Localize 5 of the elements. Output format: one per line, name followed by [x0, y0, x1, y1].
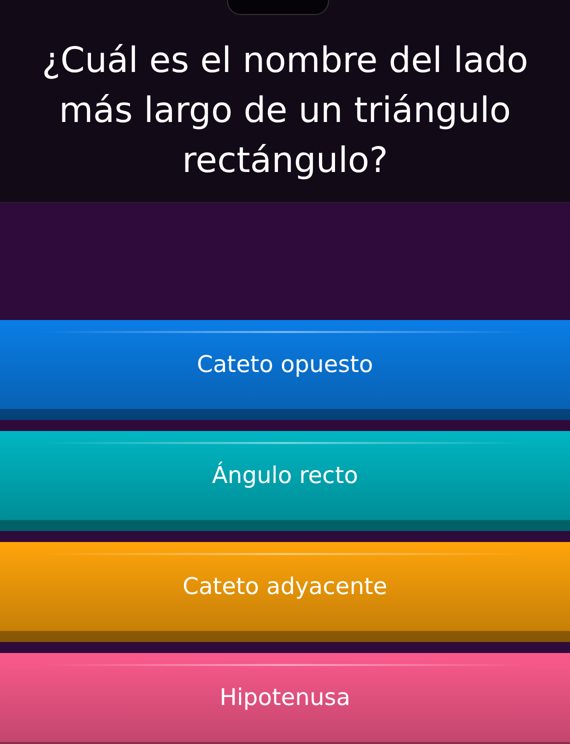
answer-button[interactable]: Ángulo recto	[0, 431, 570, 531]
answer-button[interactable]: Cateto opuesto	[0, 320, 570, 420]
question-text: ¿Cuál es el nombre del lado más largo de un triángulo rectángulo?	[40, 40, 530, 183]
answer-button[interactable]: Cateto adyacente	[0, 542, 570, 642]
answer-button[interactable]: Hipotenusa	[0, 653, 570, 744]
